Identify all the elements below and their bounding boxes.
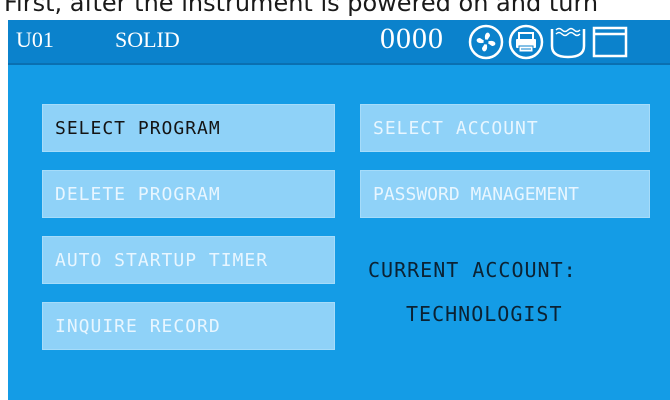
fan-icon[interactable] xyxy=(468,24,504,65)
counter-display: 0000 xyxy=(380,22,444,55)
current-account-label: CURRENT ACCOUNT: xyxy=(368,258,577,282)
inquire-record-button[interactable]: INQUIRE RECORD xyxy=(42,302,335,350)
instrument-screen: U01 SOLID 0000 SELECT PROGRAM DELETE PRO… xyxy=(8,20,670,400)
current-account-value: TECHNOLOGIST xyxy=(406,302,563,326)
password-management-button[interactable]: PASSWORD MANAGEMENT xyxy=(360,170,650,218)
select-program-button[interactable]: SELECT PROGRAM xyxy=(42,104,335,152)
water-bath-icon[interactable] xyxy=(548,24,588,65)
delete-program-button[interactable]: DELETE PROGRAM xyxy=(42,170,335,218)
document-caption: First, after the instrument is powered o… xyxy=(4,0,599,17)
printer-icon[interactable] xyxy=(508,24,544,65)
unit-label: U01 xyxy=(16,27,54,52)
auto-startup-timer-button[interactable]: AUTO STARTUP TIMER xyxy=(42,236,335,284)
window-icon[interactable] xyxy=(592,24,628,65)
select-account-button[interactable]: SELECT ACCOUNT xyxy=(360,104,650,152)
mode-label: SOLID xyxy=(115,27,180,52)
status-bar: U01 SOLID 0000 xyxy=(8,20,670,65)
